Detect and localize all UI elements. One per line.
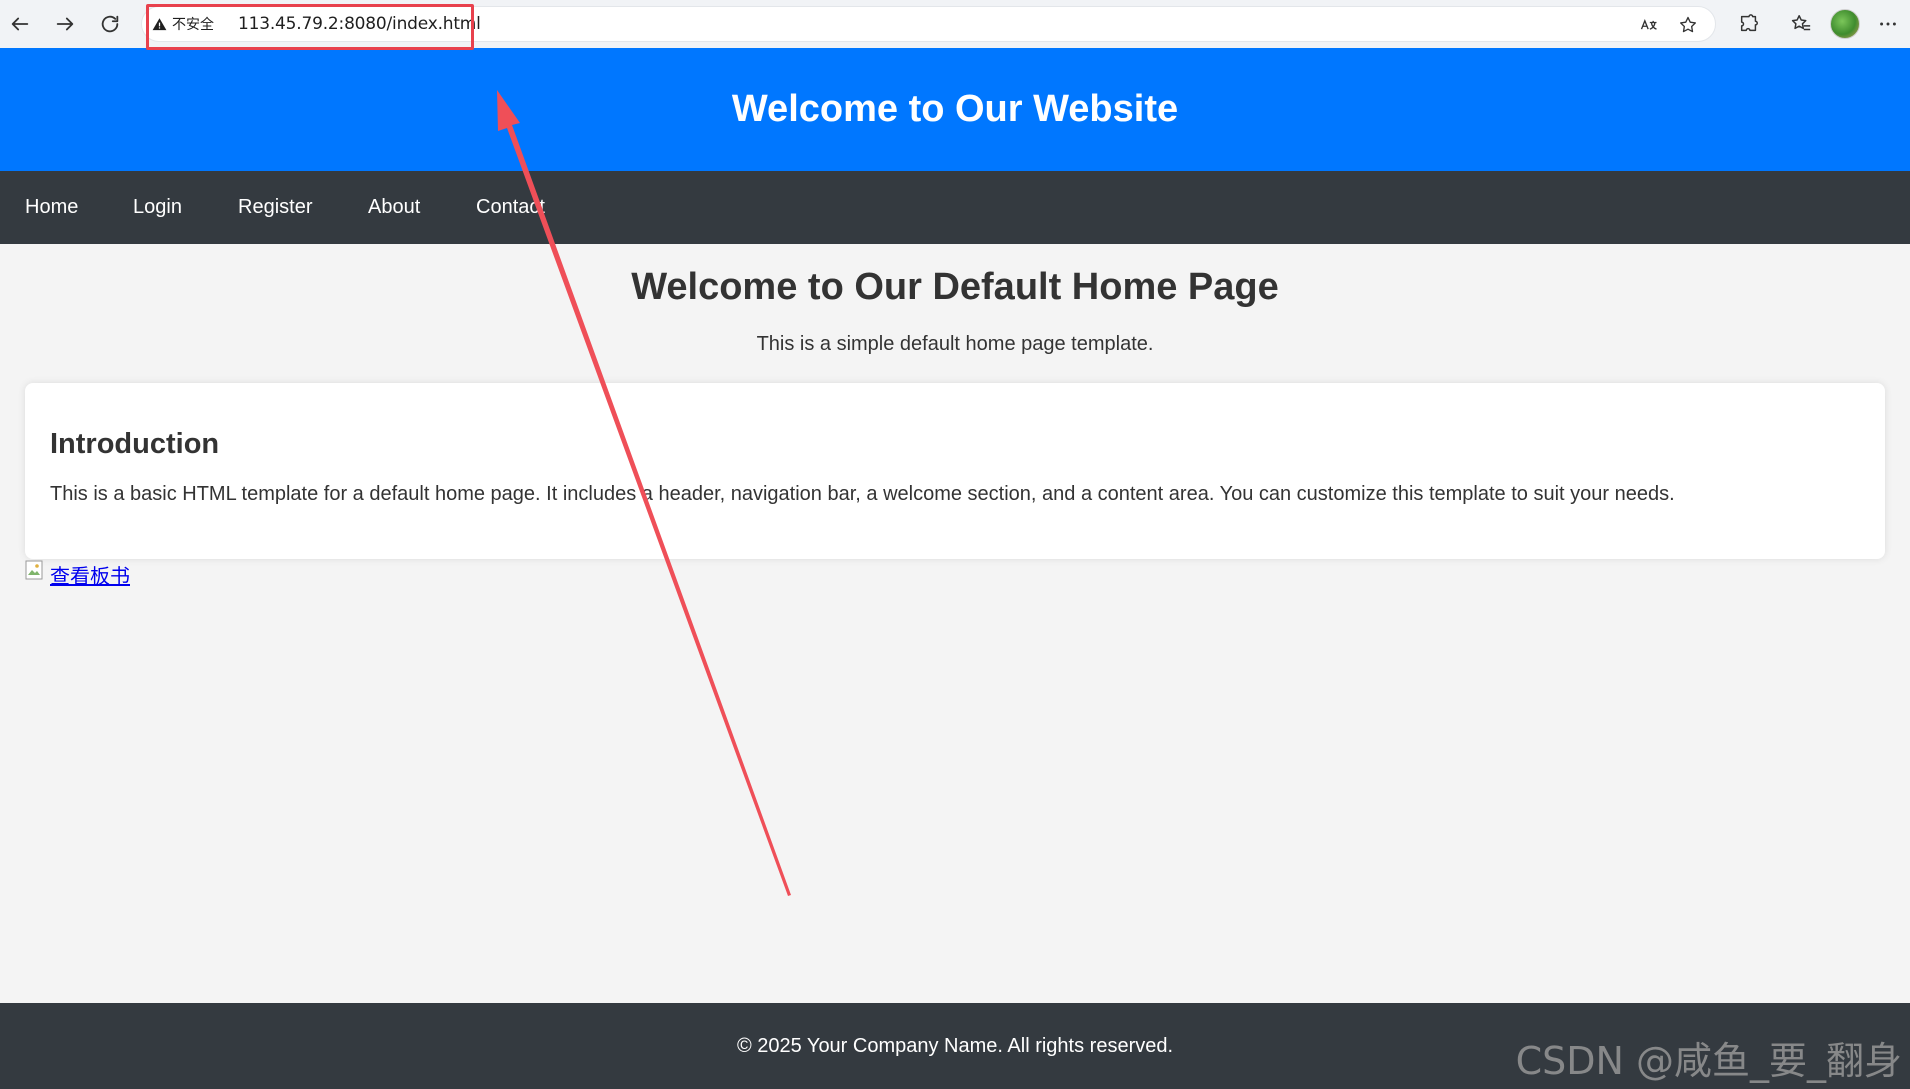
profile-avatar[interactable] xyxy=(1830,9,1860,39)
refresh-button[interactable] xyxy=(95,9,125,39)
translate-icon xyxy=(1640,19,1657,30)
read-aloud-button[interactable] xyxy=(1637,14,1661,36)
forward-button[interactable] xyxy=(50,9,80,39)
more-icon xyxy=(1880,22,1896,26)
back-button[interactable] xyxy=(5,9,35,39)
favorites-button[interactable] xyxy=(1787,10,1815,38)
site-header: Welcome to Our Website xyxy=(0,48,1910,171)
back-arrow-icon xyxy=(11,17,29,31)
site-title: Welcome to Our Website xyxy=(731,88,1179,130)
extensions-button[interactable] xyxy=(1735,10,1763,38)
view-board-link[interactable]: 查看板书 xyxy=(50,560,130,589)
watermark-text: CSDN @咸鱼_要_翻身 xyxy=(1515,1039,1902,1083)
page-viewport: Welcome to Our Website Home Login Regist… xyxy=(0,48,1910,1089)
refresh-icon xyxy=(101,15,119,33)
more-menu-button[interactable] xyxy=(1874,10,1902,38)
intro-text: This is a basic HTML template for a defa… xyxy=(50,483,1675,505)
broken-image-icon xyxy=(25,560,43,580)
favorite-button[interactable] xyxy=(1676,14,1700,36)
nav-item-home[interactable]: Home xyxy=(25,171,78,244)
forward-arrow-icon xyxy=(56,17,74,31)
footer-copyright: © 2025 Your Company Name. All rights res… xyxy=(736,1034,1174,1057)
nav-item-about[interactable]: About xyxy=(368,171,420,244)
star-icon xyxy=(1680,16,1696,33)
favorites-star-icon xyxy=(1791,15,1811,31)
url-highlight-box xyxy=(146,4,474,50)
nav-item-register[interactable]: Register xyxy=(238,171,312,244)
intro-title: Introduction xyxy=(50,428,220,460)
welcome-title: Welcome to Our Default Home Page xyxy=(631,266,1279,308)
intro-card: Introduction This is a basic HTML templa… xyxy=(25,383,1885,559)
nav-item-login[interactable]: Login xyxy=(133,171,182,244)
welcome-subtitle: This is a simple default home page templ… xyxy=(756,333,1154,355)
main-nav: Home Login Register About Contact xyxy=(0,171,1910,244)
puzzle-icon xyxy=(1740,14,1758,32)
nav-item-contact[interactable]: Contact xyxy=(476,171,545,244)
